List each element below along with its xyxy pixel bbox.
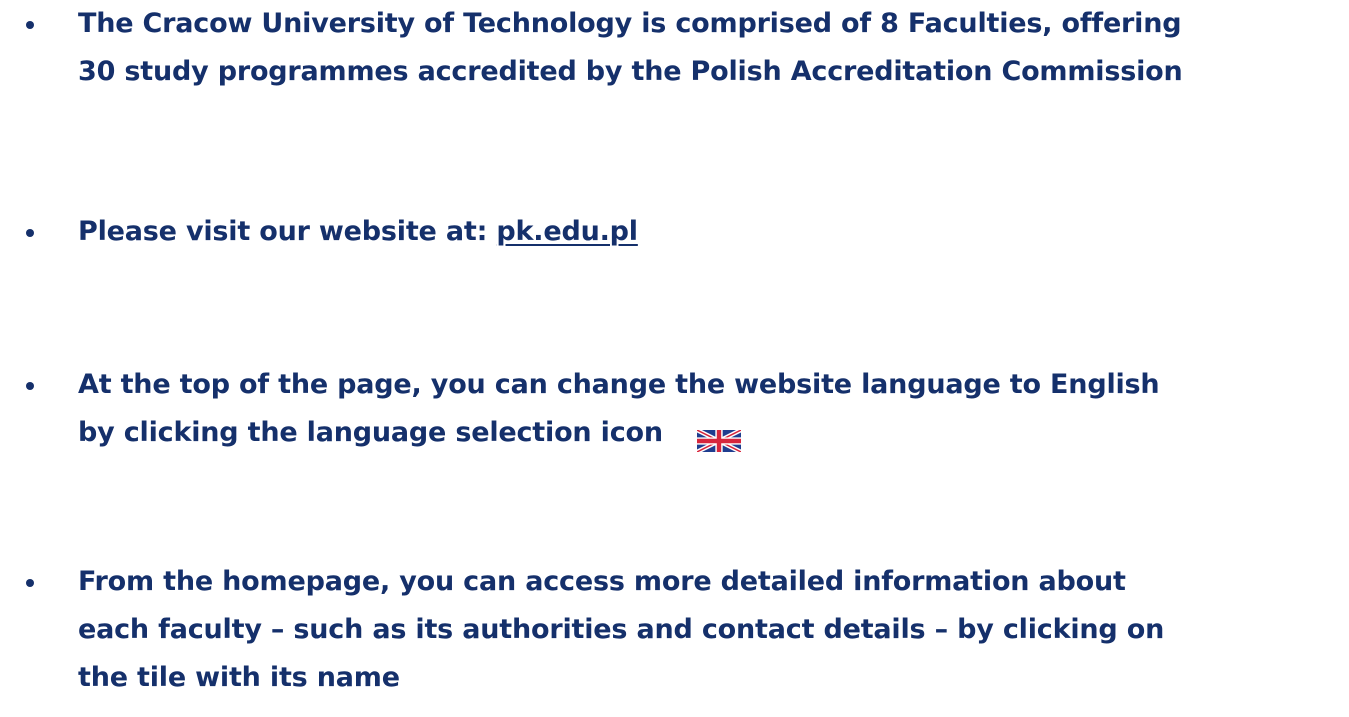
list-item-text: Please visit our website at: pk.edu.pl [78, 208, 1328, 256]
text-line: At the top of the page, you can change t… [78, 369, 1160, 400]
text-line: by clicking the language selection icon [78, 409, 1328, 457]
text-line: 30 study programmes accredited by the Po… [78, 56, 1183, 87]
bullet-dot [26, 21, 34, 29]
text-line: The Cracow University of Technology is c… [78, 8, 1182, 39]
text-line: From the homepage, you can access more d… [78, 566, 1126, 597]
bullet-dot [26, 579, 34, 587]
uk-flag-icon[interactable] [695, 420, 742, 454]
text-line-content: by clicking the language selection icon [78, 417, 663, 448]
list-item-text: The Cracow University of Technology is c… [78, 0, 1328, 96]
bullet-dot [26, 229, 34, 237]
bullet-dot [26, 382, 34, 390]
text-line: the tile with its name [78, 662, 400, 693]
list-item-text: From the homepage, you can access more d… [78, 558, 1328, 702]
text-line: each faculty – such as its authorities a… [78, 614, 1165, 645]
website-link[interactable]: pk.edu.pl [496, 216, 638, 247]
list-item-text: At the top of the page, you can change t… [78, 361, 1328, 457]
website-label: Please visit our website at: [78, 216, 497, 247]
